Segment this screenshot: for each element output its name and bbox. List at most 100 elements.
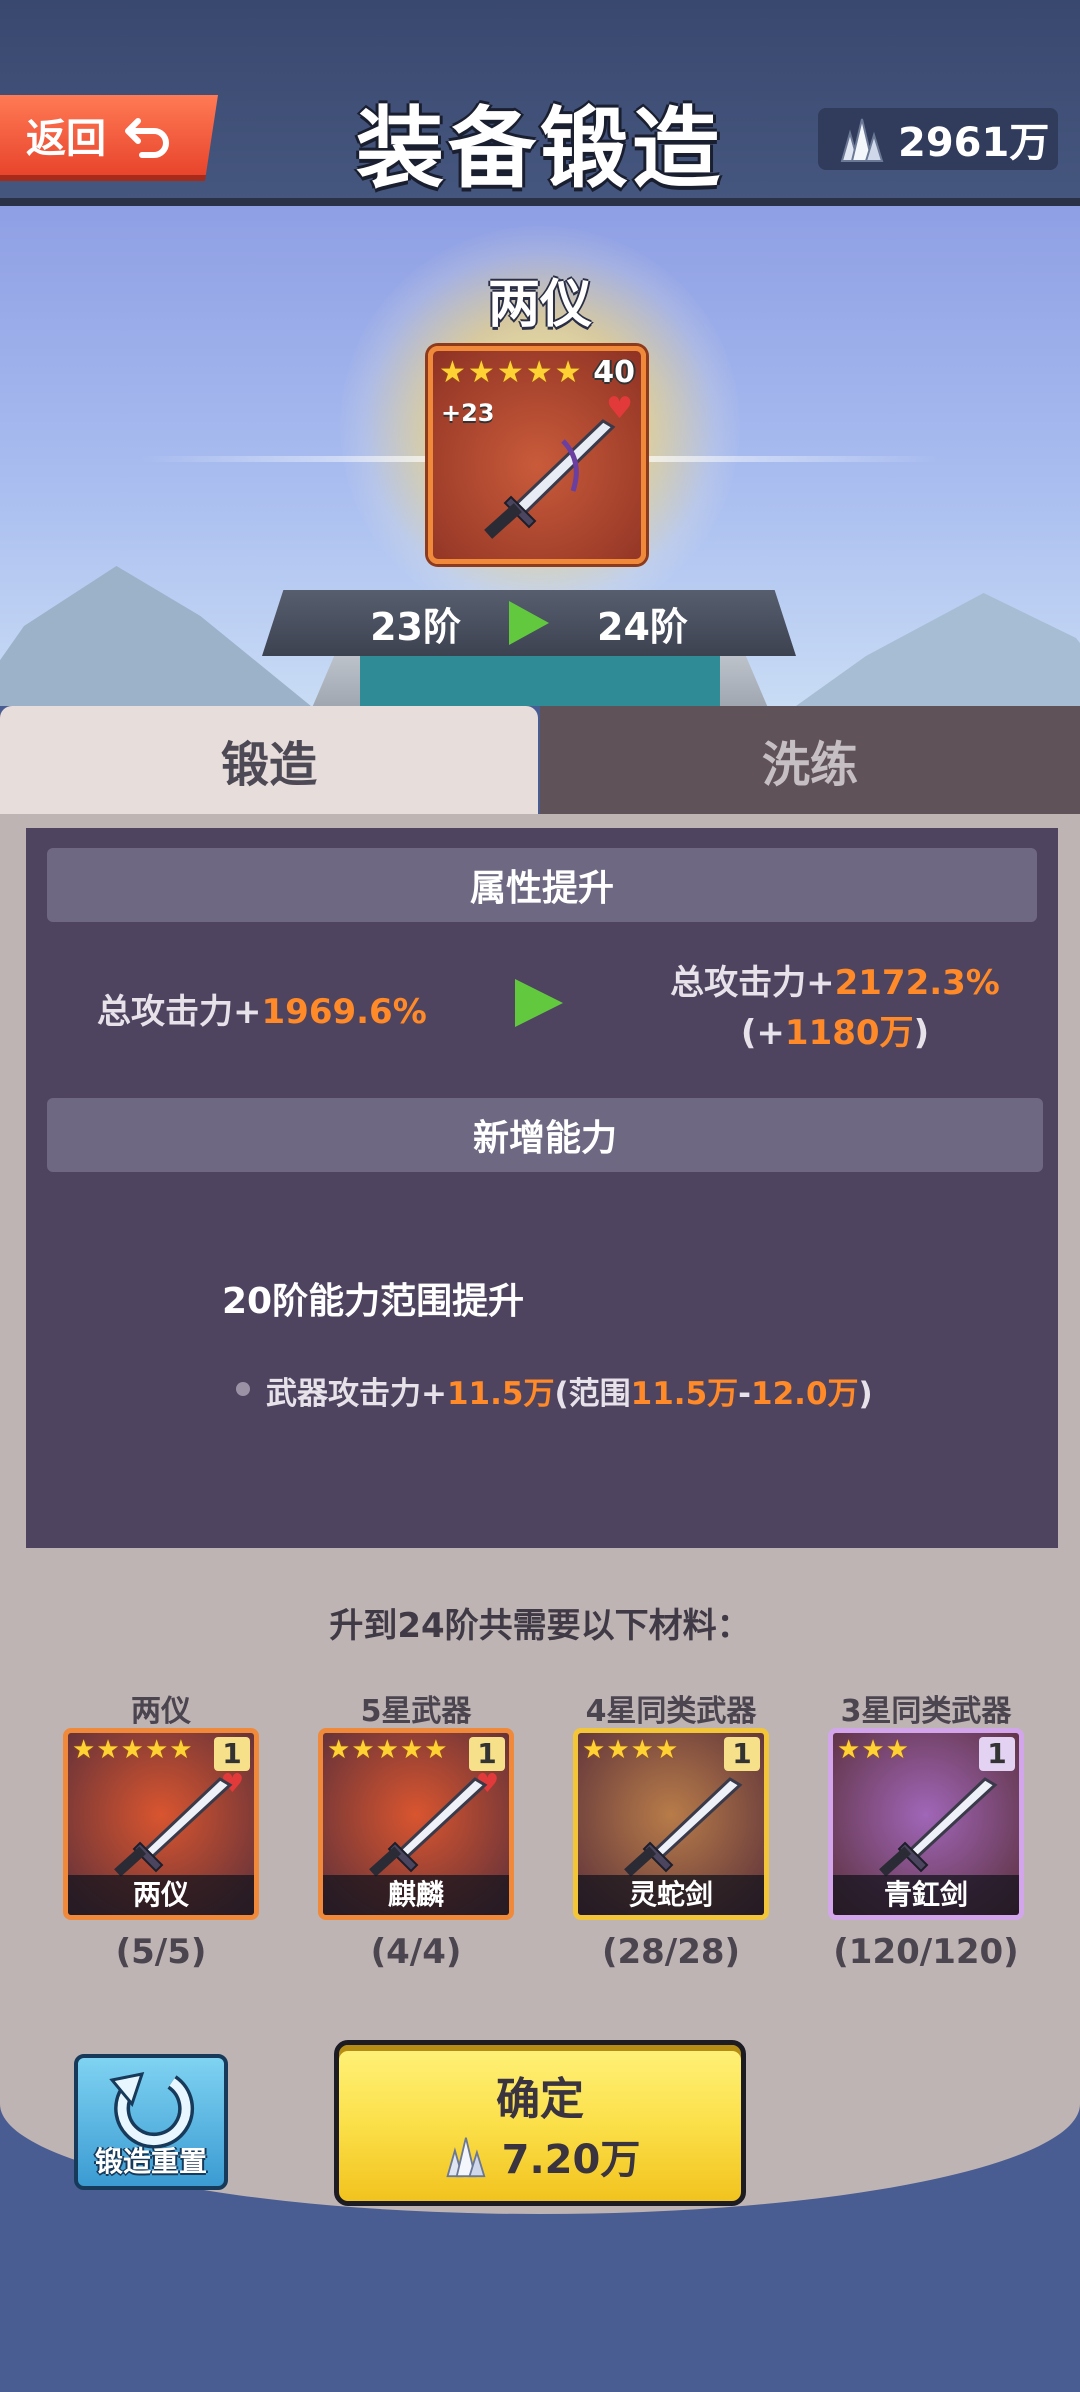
confirm-button[interactable]: 确定 7.20万 [334, 2040, 746, 2206]
stage-progress-bar: 23阶 24阶 [262, 590, 796, 656]
ability-range-min: 11.5万 [630, 1376, 739, 1412]
ability-section-title: 新增能力 [472, 1118, 617, 1159]
material-card[interactable]: ★ ★ ★ ★ 1 灵蛇剑 [573, 1728, 769, 1920]
star-icon: ★ [72, 1735, 96, 1765]
item-stars: ★ ★ ★ ★ ★ [439, 355, 582, 390]
material-qty: 1 [724, 1737, 760, 1771]
ability-range-sep: - [738, 1376, 752, 1412]
material-label: 3星同类武器 [840, 1694, 1012, 1729]
material-count: (120/120) [833, 1932, 1019, 1972]
star-icon: ★ [439, 355, 466, 390]
material-qty: 1 [979, 1737, 1015, 1771]
item-name: 两仪 [487, 275, 592, 335]
stage-to: 24阶 [597, 604, 688, 649]
tab-refine[interactable]: 洗练 [540, 706, 1080, 814]
star-icon: ★ [169, 1735, 193, 1765]
star-icon: ★ [885, 1735, 909, 1765]
next-stat-label: 总攻击力+ [670, 963, 835, 1003]
star-icon: ★ [582, 1735, 606, 1765]
ability-range-max: 12.0万 [751, 1376, 859, 1412]
bullet-dot [236, 1382, 250, 1396]
forge-reset-button[interactable]: 锻造重置 [74, 2054, 228, 2190]
material-qty: 1 [469, 1737, 505, 1771]
attribute-section-header: 属性提升 [47, 848, 1037, 922]
tab-forge[interactable]: 锻造 [0, 706, 538, 814]
weapon-icon [879, 1777, 998, 1877]
arrow-right-icon [509, 601, 549, 645]
star-icon: ★ [654, 1735, 679, 1765]
star-icon: ★ [861, 1735, 885, 1765]
material-stars: ★ ★ ★ [837, 1735, 909, 1765]
stage-from: 23阶 [370, 604, 461, 649]
ability-range-open: (范围 [554, 1376, 631, 1412]
star-icon: ★ [424, 1735, 448, 1765]
material-label: 5星武器 [360, 1694, 472, 1729]
weapon-icon [114, 1777, 233, 1877]
star-icon: ★ [525, 355, 553, 390]
weapon-icon [369, 1777, 488, 1877]
crystal-currency-display: 2961万 [818, 108, 1058, 170]
confirm-cost-amount: 7.20万 [501, 2137, 641, 2183]
material-label: 两仪 [131, 1694, 191, 1729]
current-stat-label: 总攻击力+ [97, 992, 262, 1032]
materials-title: 升到24阶共需要以下材料： [329, 1606, 751, 1646]
material-name: 灵蛇剑 [578, 1875, 764, 1915]
ability-section-header: 新增能力 [47, 1098, 1043, 1172]
star-icon: ★ [327, 1735, 351, 1765]
material-card[interactable]: ★ ★ ★ 1 青釭剑 [828, 1728, 1024, 1920]
ability-line-label: 武器攻击力+ [266, 1376, 447, 1412]
material-qty: 1 [214, 1737, 250, 1771]
crystal-icon [446, 2137, 486, 2178]
tab-refine-label: 洗练 [761, 737, 858, 793]
star-icon: ★ [96, 1735, 120, 1765]
next-stat-bonus: 1180万 [784, 1013, 914, 1053]
forged-item-card[interactable]: ★ ★ ★ ★ ★ 40 +23 ♥ [428, 346, 646, 564]
next-stat-paren-open: (+ [740, 1013, 785, 1053]
star-icon: ★ [467, 355, 495, 390]
ability-heading: 20阶能力范围提升 [222, 1281, 525, 1322]
material-card[interactable]: ★ ★ ★ ★ ★ 1 ♥ 麒麟 [318, 1728, 514, 1920]
material-name: 两仪 [68, 1875, 254, 1915]
star-icon: ★ [375, 1735, 399, 1765]
star-icon: ★ [144, 1735, 169, 1765]
currency-amount: 2961万 [898, 120, 1050, 166]
weapon-icon [624, 1777, 743, 1877]
confirm-label: 确定 [496, 2074, 584, 2125]
tab-forge-label: 锻造 [220, 737, 317, 793]
star-icon: ★ [606, 1735, 630, 1765]
current-stat-value: 1969.6% [261, 992, 427, 1032]
star-icon: ★ [837, 1735, 861, 1765]
material-count: (5/5) [115, 1932, 207, 1972]
material-name: 青釭剑 [833, 1875, 1019, 1915]
material-stars: ★ ★ ★ ★ [582, 1735, 678, 1765]
star-icon: ★ [496, 355, 524, 390]
confirm-cost: 7.20万 [339, 2127, 741, 2185]
material-count: (4/4) [370, 1932, 462, 1972]
material-stars: ★ ★ ★ ★ ★ [327, 1735, 448, 1765]
star-icon: ★ [399, 1735, 424, 1765]
ability-line: 武器攻击力+11.5万(范围11.5万-12.0万) [266, 1368, 873, 1413]
material-count: (28/28) [601, 1932, 741, 1972]
material-name: 麒麟 [323, 1875, 509, 1915]
ability-range-close: ) [858, 1376, 873, 1412]
next-stat: 总攻击力+2172.3% (+1180万) [630, 958, 1040, 1058]
sword-icon [484, 419, 616, 539]
star-icon: ★ [120, 1735, 144, 1765]
pedestal-inner [360, 656, 720, 706]
item-level: 40 [593, 355, 635, 390]
ability-line-value: 11.5万 [446, 1376, 555, 1412]
crystal-icon [840, 118, 884, 162]
star-icon: ★ [554, 355, 582, 390]
material-label: 4星同类武器 [585, 1694, 757, 1729]
forge-info-panel [26, 828, 1058, 1548]
mountain-right [740, 593, 1080, 706]
star-icon: ★ [630, 1735, 654, 1765]
star-icon: ★ [351, 1735, 375, 1765]
current-stat: 总攻击力+1969.6% [97, 984, 427, 1033]
reset-icon [109, 2072, 195, 2149]
material-stars: ★ ★ ★ ★ ★ [72, 1735, 193, 1765]
next-stat-paren-close: ) [913, 1013, 930, 1053]
arrow-right-icon [515, 979, 563, 1027]
reset-label: 锻造重置 [94, 2145, 207, 2178]
material-card[interactable]: ★ ★ ★ ★ ★ 1 ♥ 两仪 [63, 1728, 259, 1920]
